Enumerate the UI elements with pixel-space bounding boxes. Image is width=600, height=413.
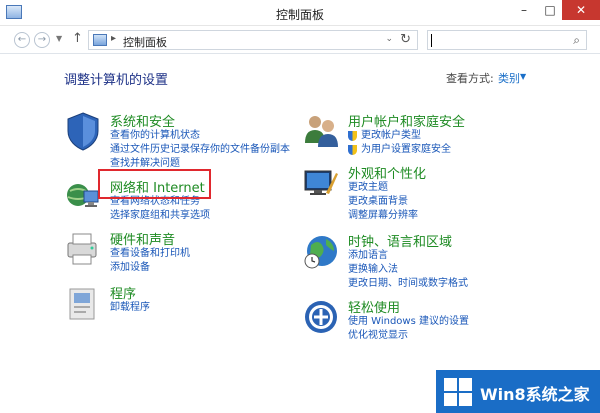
category-system-security: 系统和安全 查看你的计算机状态 通过文件历史记录保存你的文件备份副本 查找并解决… xyxy=(64,111,304,171)
watermark-text: Win8系统之家 xyxy=(480,385,590,404)
link-homegroup-sharing[interactable]: 选择家庭组和共享选项 xyxy=(110,209,210,223)
accessibility-icon xyxy=(305,301,337,333)
link-windows-suggested-settings[interactable]: 使用 Windows 建议的设置 xyxy=(348,315,469,329)
category-heading[interactable]: 程序 xyxy=(110,283,136,302)
forward-button[interactable]: → xyxy=(34,32,50,48)
up-button[interactable]: ↑ xyxy=(72,31,83,46)
link-change-account-type[interactable]: 更改帐户类型 xyxy=(348,129,451,143)
window-title: 控制面板 xyxy=(275,8,324,22)
highlight-box xyxy=(98,169,211,199)
windows-logo-icon xyxy=(444,378,472,406)
network-globe-icon xyxy=(67,184,99,207)
category-hardware-sound: 硬件和声音 查看设备和打印机 添加设备 xyxy=(64,229,304,275)
clock-globe-icon xyxy=(304,236,337,269)
link-uninstall-program[interactable]: 卸载程序 xyxy=(110,301,150,315)
text-caret xyxy=(431,34,432,47)
link-desktop-background[interactable]: 更改桌面背景 xyxy=(348,195,418,209)
chevron-down-icon[interactable]: ▼ xyxy=(520,72,526,81)
category-user-accounts: 用户帐户和家庭安全 更改帐户类型 为用户设置家庭安全 xyxy=(302,111,562,161)
refresh-button[interactable]: ↻ xyxy=(400,32,411,47)
address-bar[interactable]: ▸ 控制面板 ⌄ ↻ xyxy=(88,30,418,50)
search-icon[interactable]: ⌕ xyxy=(573,33,580,48)
control-panel-icon xyxy=(93,34,107,46)
link-add-language[interactable]: 添加语言 xyxy=(348,249,468,263)
back-button[interactable]: ← xyxy=(14,32,30,48)
main-content: 调整计算机的设置 查看方式: 类别 ▼ 系统和安全 查看你的计算机状态 通过文件… xyxy=(0,55,600,413)
recent-locations-dropdown[interactable]: ▼ xyxy=(56,34,62,43)
category-heading[interactable]: 硬件和声音 xyxy=(110,229,175,248)
maximize-button[interactable]: □ xyxy=(538,0,562,20)
link-date-time-format[interactable]: 更改日期、时间或数字格式 xyxy=(348,277,468,291)
address-dropdown-icon[interactable]: ⌄ xyxy=(385,34,393,44)
close-button[interactable]: ✕ xyxy=(562,0,600,20)
breadcrumb[interactable]: 控制面板 xyxy=(123,34,167,50)
shield-icon xyxy=(67,112,99,151)
link-change-theme[interactable]: 更改主题 xyxy=(348,181,418,195)
category-clock-language-region: 时钟、语言和区域 添加语言 更换输入法 更改日期、时间或数字格式 xyxy=(302,231,562,291)
view-by-label: 查看方式: xyxy=(446,72,494,85)
link-optimize-visual-display[interactable]: 优化视觉显示 xyxy=(348,329,469,343)
link-file-history-backup[interactable]: 通过文件历史记录保存你的文件备份副本 xyxy=(110,143,290,157)
category-programs: 程序 卸载程序 xyxy=(64,283,304,323)
link-add-device[interactable]: 添加设备 xyxy=(110,261,190,275)
category-heading[interactable]: 轻松使用 xyxy=(348,297,400,316)
programs-icon xyxy=(69,288,95,320)
navigation-bar: ← → ▼ ↑ ▸ 控制面板 ⌄ ↻ ⌕ xyxy=(0,26,600,54)
link-change-input-method[interactable]: 更换输入法 xyxy=(348,263,468,277)
category-ease-of-access: 轻松使用 使用 Windows 建议的设置 优化视觉显示 xyxy=(302,297,562,347)
minimize-button[interactable]: – xyxy=(512,0,536,20)
link-screen-resolution[interactable]: 调整屏幕分辨率 xyxy=(348,209,418,223)
users-icon xyxy=(305,116,338,147)
page-title: 调整计算机的设置 xyxy=(64,73,169,88)
monitor-brush-icon xyxy=(304,170,338,195)
link-view-computer-status[interactable]: 查看你的计算机状态 xyxy=(110,129,290,143)
category-heading[interactable]: 外观和个性化 xyxy=(348,163,426,182)
link-family-safety[interactable]: 为用户设置家庭安全 xyxy=(348,143,451,157)
category-heading[interactable]: 时钟、语言和区域 xyxy=(348,231,452,250)
title-bar: 控制面板 – □ ✕ xyxy=(0,0,600,26)
category-appearance: 外观和个性化 更改主题 更改桌面背景 调整屏幕分辨率 xyxy=(302,163,562,223)
breadcrumb-chevron-icon[interactable]: ▸ xyxy=(111,33,116,44)
category-heading[interactable]: 系统和安全 xyxy=(110,111,175,130)
link-devices-printers[interactable]: 查看设备和打印机 xyxy=(110,247,190,261)
view-by-dropdown[interactable]: 类别 xyxy=(498,70,520,86)
watermark: Win8系统之家 xyxy=(436,370,600,413)
category-heading[interactable]: 用户帐户和家庭安全 xyxy=(348,111,465,130)
search-input[interactable]: ⌕ xyxy=(427,30,587,50)
printer-icon xyxy=(67,233,97,265)
